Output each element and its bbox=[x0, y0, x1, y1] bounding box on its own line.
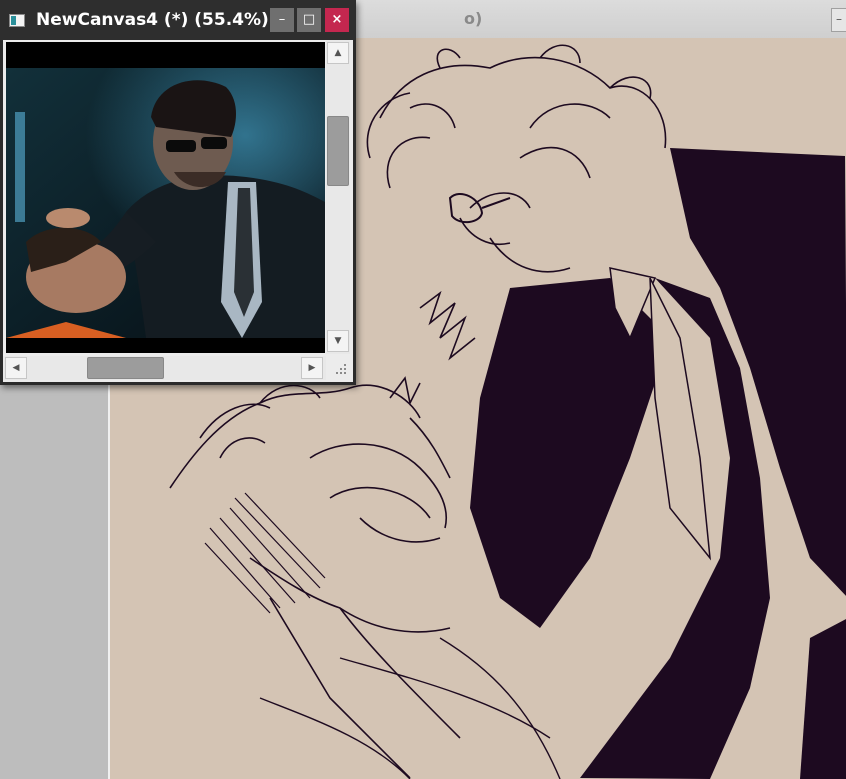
maximize-button[interactable]: □ bbox=[297, 8, 321, 32]
horizontal-scrollbar[interactable]: ◀ ▶ bbox=[3, 356, 326, 380]
vertical-scrollbar[interactable]: ▲ ▼ bbox=[326, 40, 350, 354]
scroll-down-arrow-icon[interactable]: ▼ bbox=[327, 330, 349, 352]
horizontal-scroll-thumb[interactable] bbox=[87, 357, 164, 379]
vertical-scroll-thumb[interactable] bbox=[327, 116, 349, 186]
newcanvas4-subwindow[interactable]: NewCanvas4 (*) (55.4%) – □ × ▲ ▼ ◀ ▶ bbox=[0, 0, 356, 385]
reference-image-viewport[interactable] bbox=[6, 42, 325, 353]
close-button[interactable]: × bbox=[325, 8, 349, 32]
resize-grip-icon[interactable] bbox=[330, 358, 350, 378]
scroll-up-arrow-icon[interactable]: ▲ bbox=[327, 42, 349, 64]
background-window-title: o) bbox=[464, 9, 483, 28]
minimize-button[interactable]: – bbox=[270, 8, 294, 32]
canvas-app-icon bbox=[9, 14, 25, 27]
subwindow-client-area: ▲ ▼ ◀ ▶ bbox=[3, 40, 353, 382]
workspace: o) – NewCanvas4 (*) (55.4%) – □ × ▲ ▼ ◀ … bbox=[0, 0, 846, 779]
subwindow-title: NewCanvas4 (*) (55.4%) bbox=[36, 10, 269, 30]
reference-photo bbox=[6, 42, 325, 353]
scroll-left-arrow-icon[interactable]: ◀ bbox=[5, 357, 27, 379]
scroll-right-arrow-icon[interactable]: ▶ bbox=[301, 357, 323, 379]
background-window-minimize-button[interactable]: – bbox=[831, 8, 846, 32]
subwindow-titlebar[interactable]: NewCanvas4 (*) (55.4%) – □ × bbox=[0, 0, 356, 40]
